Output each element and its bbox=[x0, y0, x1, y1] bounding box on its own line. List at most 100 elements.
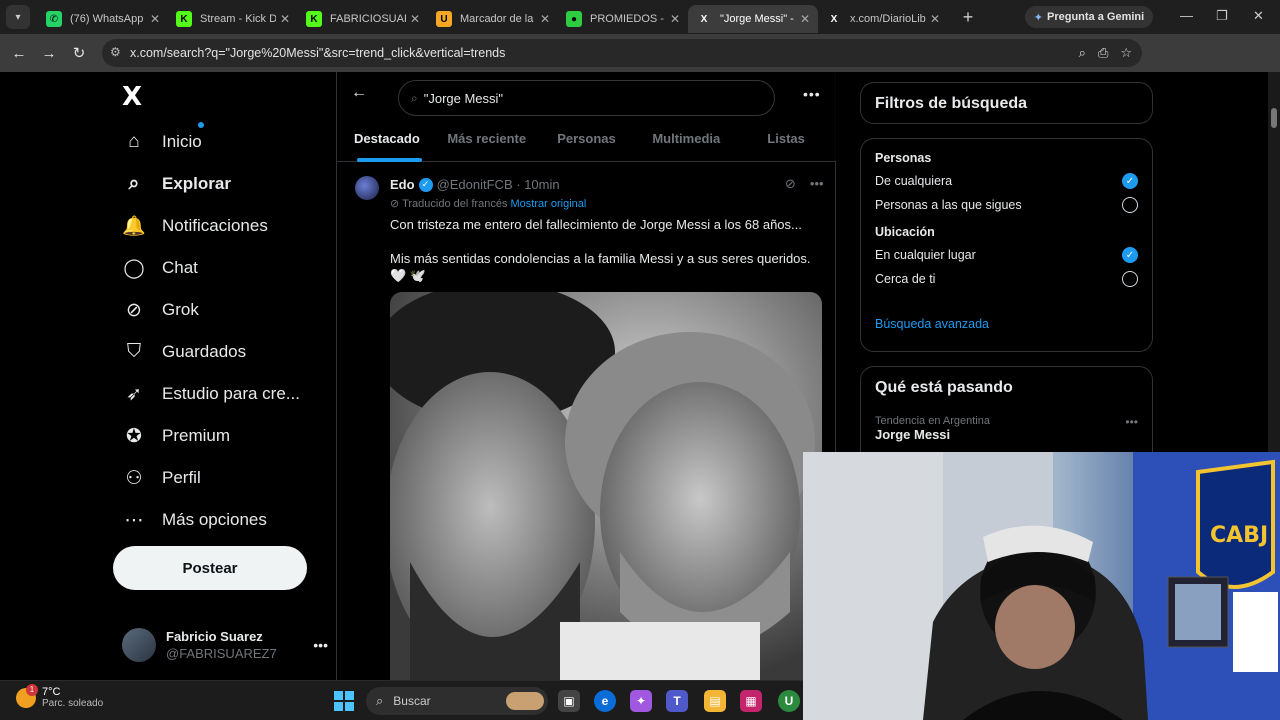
sidebar-item-inicio[interactable]: ⌂ Inicio bbox=[122, 122, 204, 160]
browser-tab[interactable]: U Marcador de la ✕ bbox=[428, 5, 558, 33]
tab-multimedia[interactable]: Multimedia bbox=[636, 120, 736, 162]
sidebar-item-premium[interactable]: ✪ Premium bbox=[122, 418, 230, 454]
tab-listas[interactable]: Listas bbox=[736, 120, 836, 162]
filter-option[interactable]: De cualquiera ✓ bbox=[875, 173, 1138, 189]
scrollbar-thumb[interactable] bbox=[1271, 108, 1277, 128]
bookmark-icon: ⛉ bbox=[126, 341, 142, 362]
back-arrow-icon[interactable]: ← bbox=[351, 84, 367, 102]
tab-personas[interactable]: Personas bbox=[537, 120, 637, 162]
site-info-icon[interactable]: ⚙ bbox=[110, 45, 121, 59]
forward-icon[interactable]: → bbox=[34, 45, 64, 62]
sidebar: X ⌂ Inicio ⌕ Explorar 🔔 Notificaciones ◯ Chat ⊘ G… bbox=[112, 72, 337, 680]
teams-icon[interactable]: T bbox=[666, 690, 688, 712]
weather-badge: 1 bbox=[26, 683, 38, 696]
sidebar-item-notificaciones[interactable]: 🔔 Notificaciones bbox=[122, 208, 268, 244]
weather-desc: Parc. soleado bbox=[42, 698, 104, 709]
tweet[interactable]: Edo ✓ @EdonitFCB · 10min ⊘ ••• ⊘ Traduci… bbox=[337, 164, 836, 680]
account-switcher[interactable]: Fabricio Suarez @FABRISUAREZ7 ••• bbox=[122, 620, 328, 670]
filter-option[interactable]: Cerca de ti bbox=[875, 271, 1138, 287]
tab-close-icon[interactable]: ✕ bbox=[540, 12, 550, 26]
trend-category: Tendencia en Argentina bbox=[875, 415, 990, 427]
browser-tab[interactable]: ✆ (76) WhatsApp ✕ bbox=[38, 5, 168, 33]
edge-icon[interactable]: e bbox=[594, 690, 616, 712]
browser-tab[interactable]: K FABRICIOSUARE ✕ bbox=[298, 5, 428, 33]
trend-item[interactable]: Tendencia en Argentina Jorge Messi ••• bbox=[875, 415, 1138, 442]
sidebar-item-label: Notificaciones bbox=[162, 216, 268, 235]
sidebar-item-chat[interactable]: ◯ Chat bbox=[122, 250, 198, 286]
sidebar-item-más-opciones[interactable]: ⋯ Más opciones bbox=[122, 502, 267, 538]
gemini-button[interactable]: ✦ Pregunta a Gemini bbox=[1025, 6, 1153, 28]
new-tab-button[interactable]: + bbox=[954, 7, 982, 28]
more-icon[interactable]: ••• bbox=[313, 637, 328, 653]
url-field[interactable]: ⚙ x.com/search?q="Jorge%20Messi"&src=tre… bbox=[102, 39, 1142, 67]
tab-close-icon[interactable]: ✕ bbox=[670, 12, 680, 26]
tweet-photo[interactable] bbox=[390, 292, 822, 680]
whats-happening-title: Qué está pasando bbox=[875, 379, 1013, 396]
tab-más-reciente[interactable]: Más reciente bbox=[437, 120, 537, 162]
close-window-icon[interactable]: ✕ bbox=[1253, 8, 1264, 24]
avatar[interactable] bbox=[355, 176, 379, 200]
sidebar-item-label: Guardados bbox=[162, 342, 247, 361]
tab-close-icon[interactable]: ✕ bbox=[410, 12, 420, 26]
install-icon[interactable]: ⎙ bbox=[1098, 45, 1108, 61]
maximize-icon[interactable]: ❐ bbox=[1216, 8, 1228, 24]
browser-tab[interactable]: X "Jorge Messi" - ✕ bbox=[688, 5, 818, 33]
zoom-icon[interactable]: ⌕ bbox=[1079, 45, 1086, 61]
filter-option-label: Cerca de ti bbox=[875, 272, 936, 286]
check-icon[interactable]: ✓ bbox=[1122, 173, 1138, 189]
sidebar-item-estudio-para-cre-[interactable]: ➶ Estudio para cre... bbox=[122, 376, 300, 412]
file-explorer-icon[interactable]: ▤ bbox=[704, 690, 726, 712]
separator: · bbox=[512, 177, 525, 192]
app-u-icon[interactable]: U bbox=[778, 690, 800, 712]
reload-icon[interactable]: ↻ bbox=[64, 44, 94, 62]
show-original-link[interactable]: Mostrar original bbox=[511, 198, 587, 210]
tab-close-icon[interactable]: ✕ bbox=[800, 12, 810, 26]
search-input[interactable]: ⌕ "Jorge Messi" bbox=[398, 80, 775, 116]
search-header: ← ⌕ "Jorge Messi" ••• Destacado Más recie… bbox=[337, 72, 836, 162]
browser-tab[interactable]: ● PROMIEDOS - F ✕ bbox=[558, 5, 688, 33]
bookmark-star-icon[interactable]: ☆ bbox=[1120, 45, 1132, 61]
more-icon[interactable]: ••• bbox=[1125, 415, 1138, 429]
people-filter-label: Personas bbox=[875, 151, 932, 165]
filter-option-label: Personas a las que sigues bbox=[875, 198, 1022, 212]
filter-option[interactable]: En cualquier lugar ✓ bbox=[875, 247, 1138, 263]
tab-destacado[interactable]: Destacado bbox=[337, 120, 437, 162]
filter-option[interactable]: Personas a las que sigues bbox=[875, 197, 1138, 213]
store-icon[interactable]: ▦ bbox=[740, 690, 762, 712]
browser-tab[interactable]: Xx.com/DiarioLib ✕ bbox=[818, 5, 948, 33]
sidebar-item-grok[interactable]: ⊘ Grok bbox=[122, 292, 199, 328]
more-icon[interactable]: ••• bbox=[810, 176, 824, 192]
x-logo-icon[interactable]: X bbox=[122, 82, 142, 112]
tweet-author-handle[interactable]: @EdonitFCB bbox=[437, 177, 513, 192]
taskbar-search[interactable]: ⌕ Buscar bbox=[366, 687, 548, 715]
post-button[interactable]: Postear bbox=[113, 546, 307, 590]
advanced-search-link[interactable]: Búsqueda avanzada bbox=[875, 317, 1138, 331]
tab-search-button[interactable]: ▾ bbox=[6, 5, 30, 29]
sidebar-item-guardados[interactable]: ⛉ Guardados bbox=[122, 334, 246, 370]
minimize-icon[interactable]: — bbox=[1180, 8, 1193, 23]
radio-button[interactable] bbox=[1122, 197, 1138, 213]
browser-tab[interactable]: K Stream - Kick Da ✕ bbox=[168, 5, 298, 33]
bell-icon: 🔔 bbox=[122, 216, 146, 237]
avatar bbox=[122, 628, 156, 662]
more-icon[interactable]: ••• bbox=[803, 86, 821, 102]
tab-close-icon[interactable]: ✕ bbox=[150, 12, 160, 26]
back-icon[interactable]: ← bbox=[4, 45, 34, 62]
sidebar-item-perfil[interactable]: ⚇ Perfil bbox=[122, 460, 200, 496]
tweet-author-name[interactable]: Edo bbox=[390, 177, 415, 192]
tab-label: FABRICIOSUARE bbox=[330, 13, 406, 25]
grok-icon[interactable]: ⊘ bbox=[785, 176, 796, 192]
check-icon[interactable]: ✓ bbox=[1122, 247, 1138, 263]
sidebar-item-explorar[interactable]: ⌕ Explorar bbox=[122, 166, 231, 202]
weather-widget[interactable]: 1 7°C Parc. soleado bbox=[16, 683, 104, 709]
tweet-time[interactable]: 10min bbox=[524, 177, 559, 192]
webcam-overlay: CABJ bbox=[803, 452, 1280, 720]
main-column: ← ⌕ "Jorge Messi" ••• Destacado Más recie… bbox=[336, 72, 836, 680]
tab-close-icon[interactable]: ✕ bbox=[280, 12, 290, 26]
task-view-icon[interactable]: ▣ bbox=[558, 690, 580, 712]
more-circle-icon: ⋯ bbox=[124, 509, 144, 531]
tab-close-icon[interactable]: ✕ bbox=[930, 12, 940, 26]
copilot-icon[interactable]: ✦ bbox=[630, 690, 652, 712]
windows-start-icon[interactable] bbox=[334, 691, 354, 711]
radio-button[interactable] bbox=[1122, 271, 1138, 287]
